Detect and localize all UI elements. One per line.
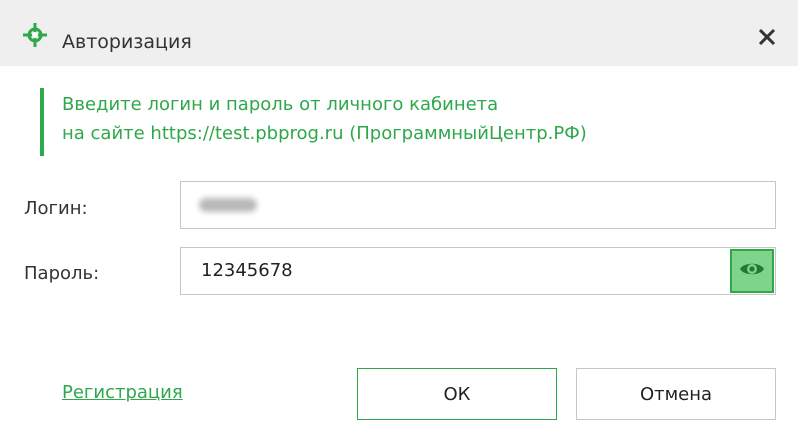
target-icon [22, 22, 48, 48]
password-label: Пароль: [24, 263, 100, 284]
login-field[interactable] [180, 181, 776, 229]
authorization-dialog: Авторизация Введите логин и пароль от ли… [0, 0, 798, 446]
login-label: Логин: [24, 198, 88, 219]
show-password-button[interactable] [730, 249, 774, 293]
window-title: Авторизация [62, 31, 192, 53]
login-value-redacted [199, 198, 257, 212]
eye-icon [739, 260, 765, 282]
info-line-2: на сайте https://test.pbprog.ru (Програм… [62, 123, 587, 144]
close-icon[interactable] [754, 24, 780, 50]
title-bar: Авторизация [0, 0, 798, 66]
register-link[interactable]: Регистрация [62, 382, 183, 403]
cancel-button[interactable]: Отмена [576, 368, 776, 420]
password-value: 12345678 [201, 260, 293, 281]
info-line-1: Введите логин и пароль от личного кабине… [62, 94, 499, 115]
ok-button[interactable]: ОК [357, 368, 557, 420]
info-message: Введите логин и пароль от личного кабине… [40, 88, 744, 156]
password-field[interactable]: 12345678 [180, 247, 776, 295]
